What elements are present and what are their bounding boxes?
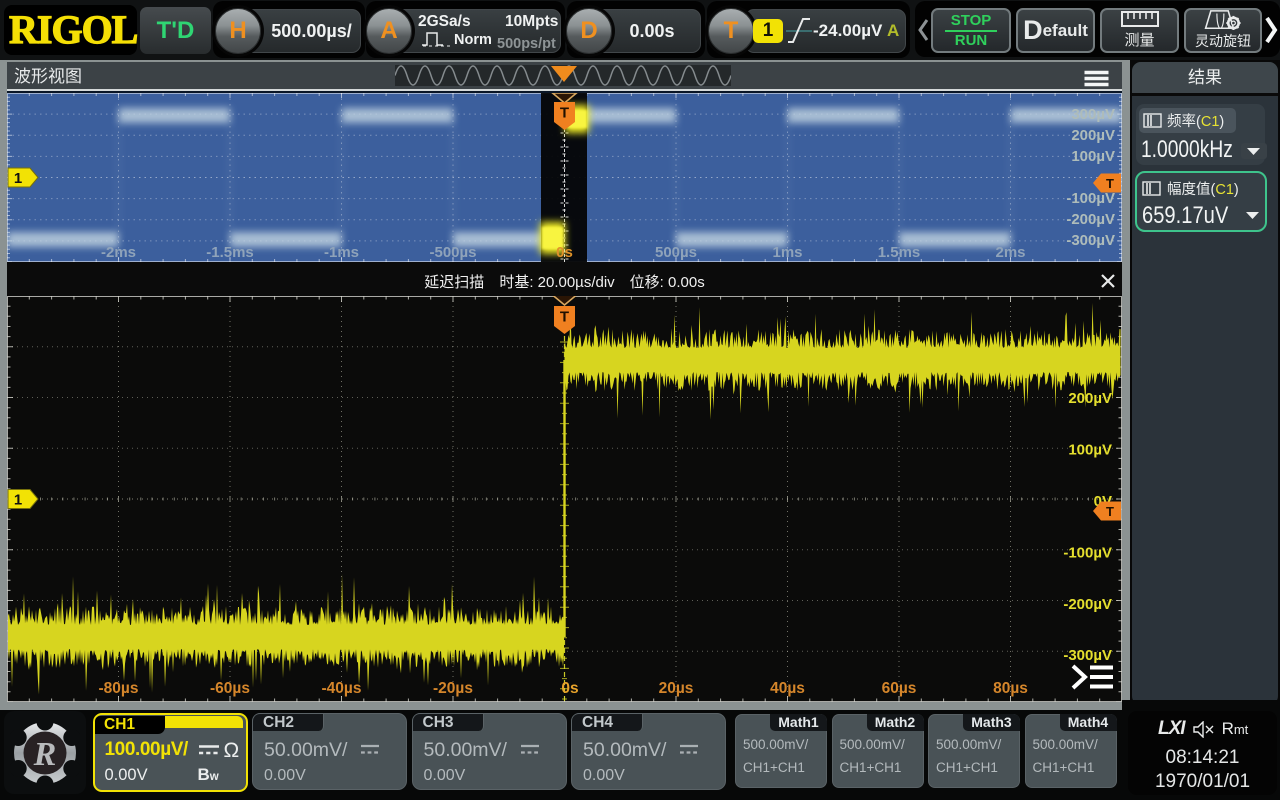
svg-text:-40µs: -40µs (322, 680, 362, 697)
svg-text:-100µV: -100µV (1066, 190, 1115, 207)
svg-text:1: 1 (14, 492, 22, 509)
svg-text:-100µV: -100µV (1063, 545, 1112, 562)
svg-text:R: R (33, 736, 57, 773)
svg-text:-20µs: -20µs (433, 680, 473, 697)
svg-text:-1ms: -1ms (324, 244, 359, 261)
svg-text:-1.5ms: -1.5ms (206, 244, 254, 261)
svg-text:-300µV: -300µV (1063, 647, 1112, 664)
svg-text:-500µs: -500µs (429, 244, 476, 261)
svg-text:200µV: 200µV (1071, 127, 1115, 144)
svg-text:1: 1 (14, 170, 22, 187)
svg-text:0s: 0s (561, 680, 578, 697)
svg-text:-2ms: -2ms (101, 244, 136, 261)
svg-text:60µs: 60µs (882, 680, 917, 697)
svg-text:100µV: 100µV (1068, 442, 1112, 459)
svg-text:100µV: 100µV (1071, 148, 1115, 165)
svg-text:0s: 0s (556, 244, 573, 261)
svg-text:-200µV: -200µV (1066, 211, 1115, 228)
svg-text:200µV: 200µV (1068, 390, 1112, 407)
svg-text:20µs: 20µs (659, 680, 694, 697)
svg-text:-200µV: -200µV (1063, 596, 1112, 613)
svg-text:T: T (560, 105, 569, 122)
svg-text:500µs: 500µs (655, 244, 697, 261)
svg-text:2ms: 2ms (995, 244, 1025, 261)
svg-text:-300µV: -300µV (1066, 232, 1115, 249)
svg-text:1.5ms: 1.5ms (878, 244, 921, 261)
svg-text:-80µs: -80µs (99, 680, 139, 697)
svg-text:T: T (1106, 176, 1114, 191)
svg-text:T: T (560, 309, 569, 326)
svg-text:T: T (1106, 504, 1114, 519)
svg-text:-60µs: -60µs (210, 680, 250, 697)
svg-text:1ms: 1ms (772, 244, 802, 261)
svg-text:300µV: 300µV (1071, 106, 1115, 123)
svg-text:40µs: 40µs (770, 680, 805, 697)
svg-text:80µs: 80µs (993, 680, 1028, 697)
